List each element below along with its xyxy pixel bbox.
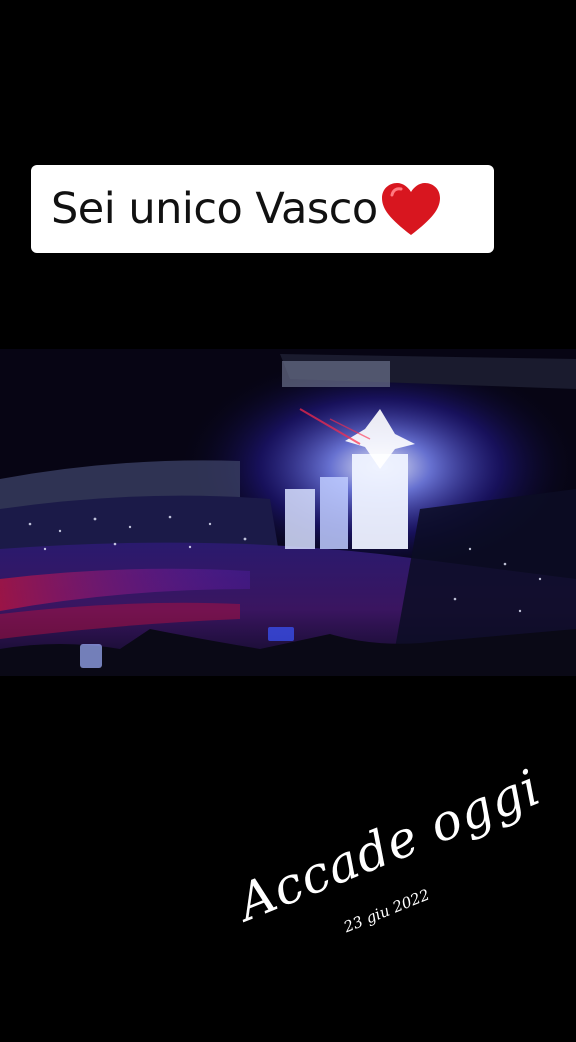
caption-box: Sei unico Vasco	[31, 165, 494, 253]
caption-text: Sei unico Vasco	[51, 184, 378, 234]
heart-emoji-icon	[380, 181, 442, 237]
sticker-date: 23 giu 2022	[341, 885, 433, 937]
concert-video[interactable]	[0, 349, 576, 676]
concert-scene-image	[0, 349, 576, 676]
date-sticker: Accade oggi 23 giu 2022	[199, 708, 576, 1041]
